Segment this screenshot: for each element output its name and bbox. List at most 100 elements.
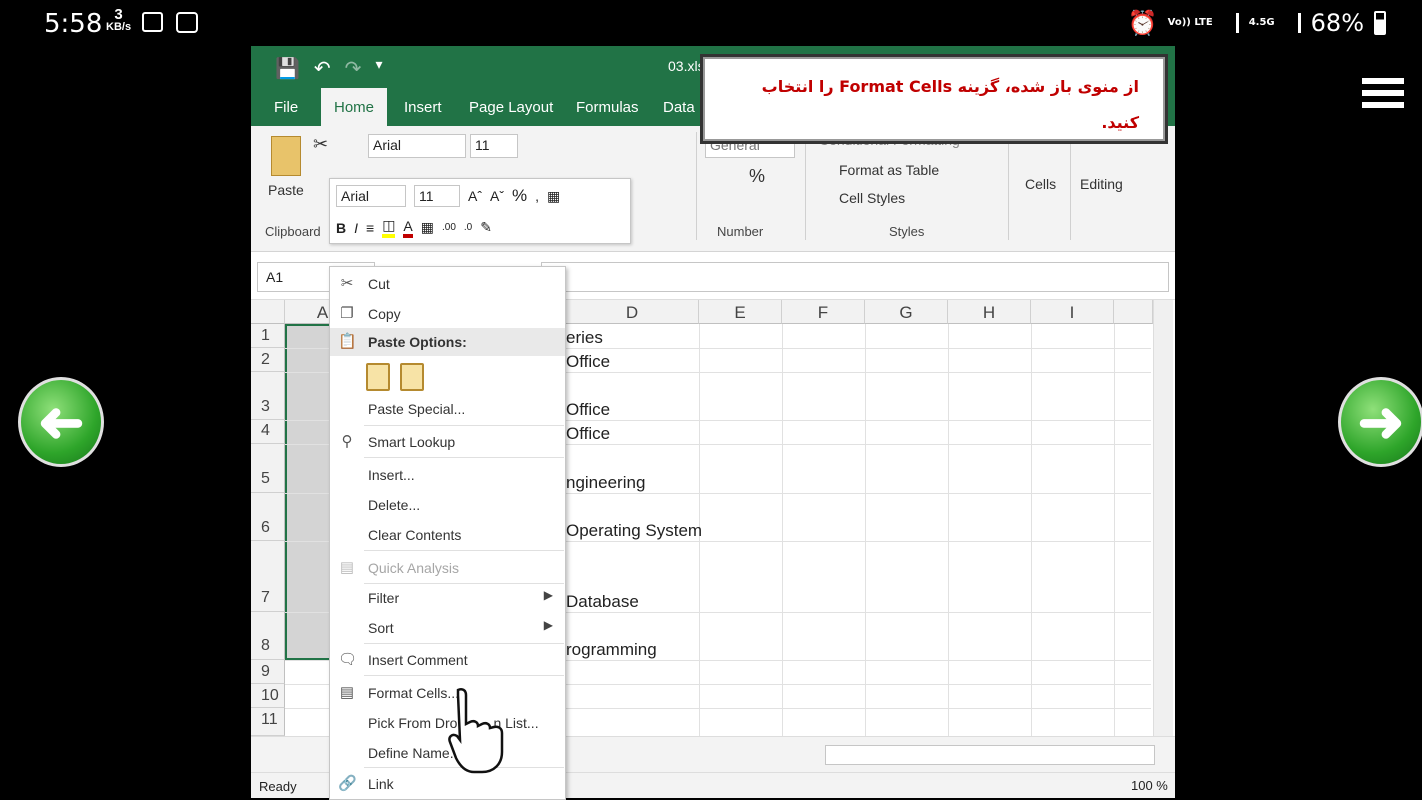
status-ready: Ready (259, 779, 297, 794)
clear-format-icon[interactable]: ✎ (480, 219, 492, 236)
column-header-f[interactable]: F (782, 300, 865, 324)
undo-icon[interactable]: ↶ (314, 56, 331, 81)
cell-styles-button[interactable]: Cell Styles (819, 190, 905, 206)
clipboard-icon: 📋 (338, 333, 357, 350)
row-header-1[interactable]: 1 (251, 324, 285, 348)
number-group-label: Number (717, 224, 764, 239)
hamburger-menu-icon[interactable] (1362, 78, 1404, 112)
redo-icon[interactable]: ↷ (345, 56, 362, 81)
volte-indicator: Vo)) LTE (1167, 17, 1213, 28)
cell-d3[interactable]: Office (566, 400, 610, 420)
column-header-g[interactable]: G (865, 300, 948, 324)
increase-font-icon[interactable]: Aˆ (468, 188, 482, 204)
previous-arrow-button[interactable]: ➜ (18, 377, 104, 467)
cell-d1[interactable]: eries (566, 328, 603, 348)
cell-d7[interactable]: Database (566, 592, 639, 612)
formula-input[interactable] (541, 262, 1169, 292)
decrease-decimal-icon[interactable]: .0 (464, 222, 472, 233)
increase-decimal-icon[interactable]: .00 (442, 222, 456, 233)
cut-icon[interactable]: ✂ (313, 134, 328, 155)
fill-color-icon[interactable]: ◫ (382, 217, 396, 238)
instruction-callout: از منوی باز شده، گزینه Format Cells را ا… (700, 54, 1168, 144)
save-icon[interactable]: 💾 (275, 56, 300, 81)
menu-item-delete[interactable]: Delete... (330, 491, 565, 519)
cell-d6[interactable]: Operating System (566, 521, 702, 541)
format-painter-icon[interactable]: ▦ (547, 188, 560, 205)
cell-d2[interactable]: Office (566, 352, 610, 372)
cell-d8[interactable]: rogramming (566, 640, 657, 660)
smart-lookup-icon: ⚲ (341, 433, 353, 450)
row-header-8[interactable]: 8 (251, 612, 285, 660)
paste-icon[interactable] (271, 136, 301, 176)
font-size-box[interactable]: 11 (470, 134, 518, 158)
scissors-icon: ✂ (340, 275, 354, 292)
editing-button[interactable]: Editing (1080, 176, 1123, 192)
tab-formulas[interactable]: Formulas (563, 88, 652, 126)
zoom-level[interactable]: 100 % (1131, 778, 1168, 793)
percent-style-button[interactable]: % (512, 186, 527, 206)
borders-icon[interactable]: ▦ (421, 219, 434, 236)
vertical-scrollbar[interactable] (1153, 300, 1173, 736)
next-arrow-button[interactable]: ➜ (1338, 377, 1422, 467)
menu-item-insert[interactable]: Insert... (330, 461, 565, 489)
column-header-d[interactable]: D (566, 300, 699, 324)
column-header-e[interactable]: E (699, 300, 782, 324)
percent-button[interactable]: % (749, 166, 765, 187)
cell-d4[interactable]: Office (566, 424, 610, 444)
row-header-11[interactable]: 11 (251, 708, 285, 736)
column-header-h[interactable]: H (948, 300, 1031, 324)
menu-item-filter[interactable]: Filter ▶ (330, 584, 565, 612)
row-header-9[interactable]: 9 (251, 660, 285, 684)
font-color-icon[interactable]: A (403, 218, 413, 238)
format-cells-icon: ▤ (339, 684, 355, 701)
menu-item-smart-lookup[interactable]: ⚲ Smart Lookup (330, 428, 565, 456)
mini-font-name[interactable]: Arial (336, 185, 406, 207)
comma-style-button[interactable]: , (535, 188, 539, 204)
align-center-icon[interactable]: ≡ (366, 220, 374, 236)
image-notification-icon (142, 12, 163, 32)
select-all-corner[interactable] (251, 300, 285, 324)
row-header-6[interactable]: 6 (251, 493, 285, 541)
menu-item-insert-comment[interactable]: 🗨 Insert Comment (330, 646, 565, 674)
arrow-left-icon: ➜ (37, 390, 85, 453)
tab-file[interactable]: File (261, 88, 311, 126)
bold-button[interactable]: B (336, 220, 346, 236)
customize-qat-icon[interactable]: ▾ (375, 56, 382, 81)
quick-analysis-icon: ▤ (339, 559, 355, 576)
menu-item-clear-contents[interactable]: Clear Contents (330, 521, 565, 549)
row-header-5[interactable]: 5 (251, 444, 285, 493)
row-header-7[interactable]: 7 (251, 541, 285, 612)
menu-item-sort[interactable]: Sort ▶ (330, 614, 565, 642)
cell-d5[interactable]: ngineering (566, 473, 645, 493)
row-header-10[interactable]: 10 (251, 684, 285, 708)
clock: 5:58 (44, 9, 103, 39)
mini-toolbar: Arial 11 Aˆ Aˇ % , ▦ B I ≡ ◫ A ▦ .00 .0 … (329, 178, 631, 244)
row-header-3[interactable]: 3 (251, 372, 285, 420)
cells-button[interactable]: Cells (1025, 176, 1056, 192)
android-status-bar: 5:58 3 KB/s ⏰ Vo)) LTE 4.5G 68% (0, 0, 1422, 46)
row-header-2[interactable]: 2 (251, 348, 285, 372)
row-header-4[interactable]: 4 (251, 420, 285, 444)
font-name-box[interactable]: Arial (368, 134, 466, 158)
tab-page-layout[interactable]: Page Layout (456, 88, 566, 126)
mini-font-size[interactable]: 11 (414, 185, 460, 207)
column-header-i[interactable]: I (1031, 300, 1114, 324)
menu-item-paste-special[interactable]: Paste Special... (330, 395, 565, 423)
network-type: 4.5G (1248, 17, 1275, 28)
signal-icon-2 (1285, 13, 1301, 33)
menu-item-quick-analysis[interactable]: ▤ Quick Analysis (330, 554, 565, 582)
decrease-font-icon[interactable]: Aˇ (490, 188, 504, 204)
format-as-table-button[interactable]: Format as Table (819, 162, 939, 178)
paste-label[interactable]: Paste (268, 182, 304, 198)
pointer-hand-icon (448, 687, 504, 774)
tab-home[interactable]: Home (321, 88, 388, 126)
menu-item-copy[interactable]: ❐ Copy (330, 300, 565, 328)
battery-percent: 68% (1310, 9, 1364, 37)
horizontal-scrollbar[interactable] (825, 745, 1155, 765)
paste-formatting-icon[interactable] (366, 363, 390, 391)
callout-line-2: کنید. (1101, 113, 1139, 132)
tab-insert[interactable]: Insert (391, 88, 455, 126)
paste-values-icon[interactable] (400, 363, 424, 391)
menu-item-cut[interactable]: ✂ Cut (330, 270, 565, 298)
italic-button[interactable]: I (354, 220, 358, 236)
